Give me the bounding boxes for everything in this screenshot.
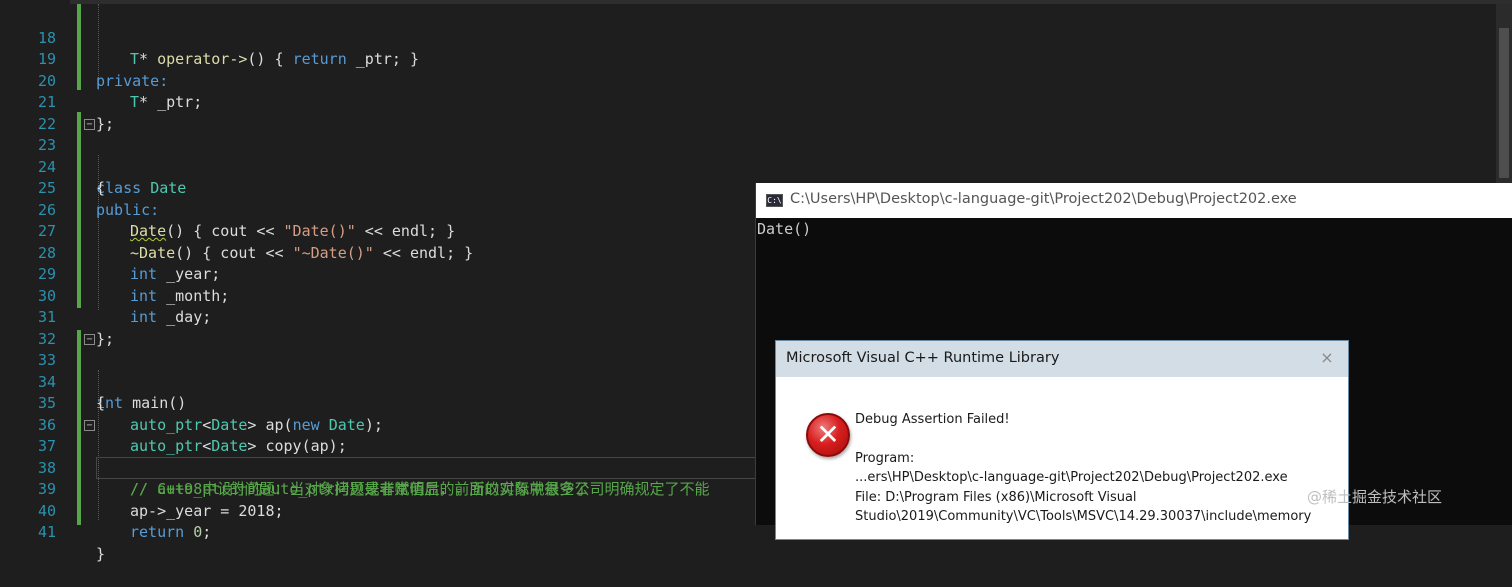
watermark: @稀土掘金技术社区 bbox=[1307, 488, 1443, 506]
collapse-icon[interactable]: − bbox=[84, 419, 95, 431]
error-icon: ✕ bbox=[806, 413, 850, 457]
program-path: ...ers\HP\Desktop\c-language-git\Project… bbox=[855, 470, 1288, 485]
code-line[interactable]: 25 public: bbox=[0, 157, 1512, 219]
dialog-title: Microsoft Visual C++ Runtime Library bbox=[786, 350, 1060, 366]
editor-top-border bbox=[0, 0, 1512, 4]
console-app-icon: C:\ bbox=[766, 194, 783, 207]
file-path-line2: Studio\2019\Community\VC\Tools\MSVC\14.2… bbox=[855, 509, 1312, 524]
console-titlebar[interactable]: C:\ C:\Users\HP\Desktop\c-language-git\P… bbox=[756, 183, 1512, 218]
code-line[interactable]: 19 private: bbox=[0, 28, 1512, 90]
program-label: Program: bbox=[855, 451, 915, 466]
collapse-icon[interactable]: − bbox=[84, 333, 95, 345]
file-path-line1: File: D:\Program Files (x86)\Microsoft V… bbox=[855, 490, 1137, 505]
code-line[interactable]: 20 T* _ptr; bbox=[0, 49, 1512, 112]
code-line[interactable]: 21 }; bbox=[0, 71, 1512, 133]
close-icon[interactable]: × bbox=[1318, 349, 1336, 367]
scrollbar-thumb[interactable] bbox=[1499, 28, 1509, 178]
line-number: 41 bbox=[37, 523, 56, 541]
error-dialog[interactable]: Microsoft Visual C++ Runtime Library × ✕… bbox=[775, 340, 1349, 540]
code-text: } bbox=[96, 544, 106, 563]
code-line[interactable]: 18 T* operator->() { return _ptr; } bbox=[0, 6, 1512, 69]
assertion-heading: Debug Assertion Failed! bbox=[855, 412, 1010, 427]
code-text: return 0; bbox=[130, 523, 212, 541]
dialog-titlebar[interactable]: Microsoft Visual C++ Runtime Library × bbox=[776, 341, 1348, 377]
code-line[interactable]: 24 { bbox=[0, 135, 1512, 198]
dialog-content: ✕ Debug Assertion Failed! Program: ...er… bbox=[776, 377, 1348, 539]
console-title: C:\Users\HP\Desktop\c-language-git\Proje… bbox=[790, 191, 1297, 207]
collapse-icon[interactable]: − bbox=[84, 118, 95, 130]
code-line[interactable]: 22 bbox=[0, 92, 1512, 133]
code-line[interactable]: 23 − class Date bbox=[0, 114, 1512, 197]
console-output: Date() bbox=[757, 220, 812, 238]
